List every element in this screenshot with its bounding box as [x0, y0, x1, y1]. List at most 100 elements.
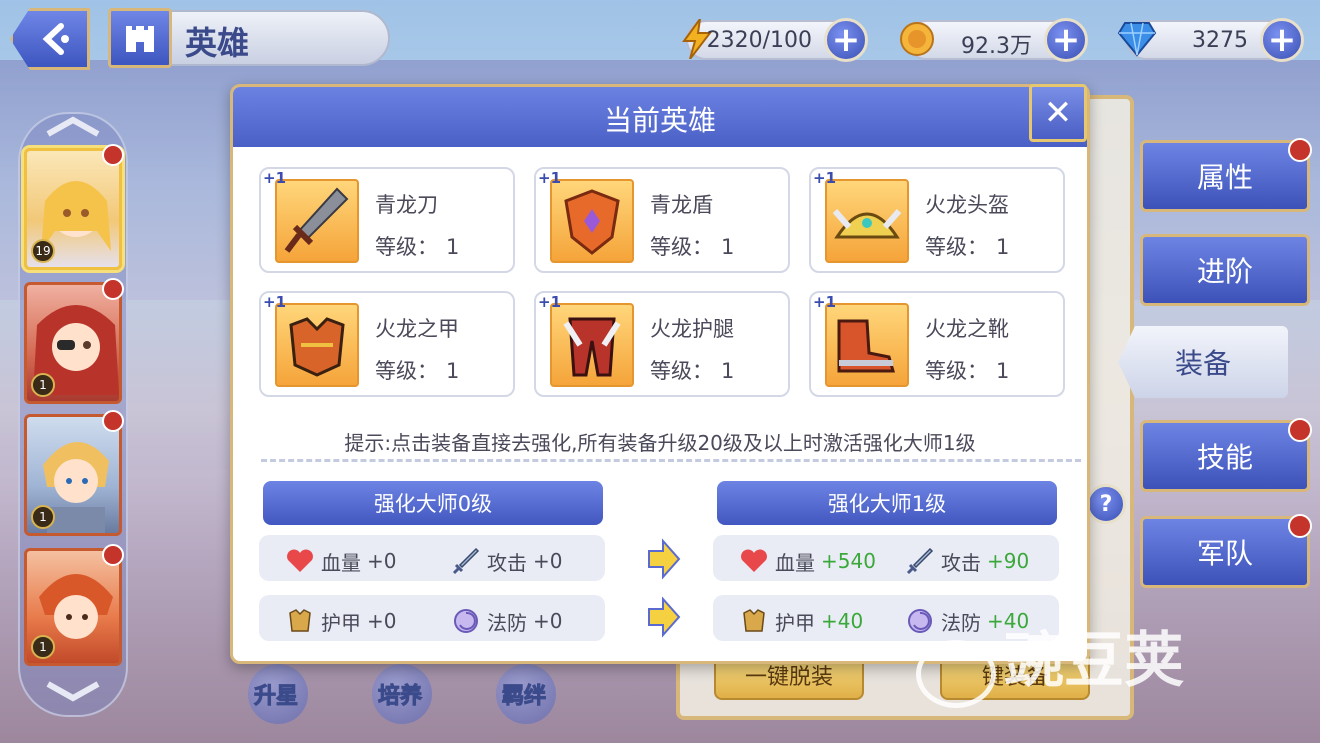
magic-swirl-icon — [451, 606, 481, 636]
notification-dot — [1288, 514, 1312, 538]
heart-icon — [739, 546, 769, 576]
back-arrow-icon — [42, 23, 69, 55]
stat-row: 血量 +540 攻击 +90 — [713, 535, 1059, 581]
watermark-text: 豌豆荚 — [1004, 626, 1184, 696]
energy-resource: 2320/100 + — [682, 18, 868, 62]
enhance-level: +1 — [263, 293, 287, 311]
notification-dot — [1288, 138, 1312, 162]
hero-level-badge: 1 — [31, 505, 55, 529]
hint-text: 提示:点击装备直接去强化,所有装备升级20级及以上时激活强化大师1级 — [344, 431, 976, 455]
stat-row: 护甲 +0 法防 +0 — [259, 595, 605, 641]
hp-stat: 血量 +0 — [285, 546, 396, 576]
equipment-level: 等级： 1 — [925, 235, 1010, 259]
equipment-name: 青龙盾 — [650, 193, 713, 217]
equipment-level: 等级： 1 — [650, 359, 735, 383]
energy-value: 2320/100 — [706, 28, 812, 53]
gem-icon — [1114, 16, 1160, 62]
notification-dot — [102, 410, 124, 432]
magic-resist-stat: 法防 +0 — [451, 606, 562, 636]
equipment-slot[interactable]: +1 火龙之甲 等级： 1 — [259, 291, 515, 397]
dialog-header: 当前英雄 — [233, 87, 1087, 147]
armor-icon — [285, 606, 315, 636]
notification-dot — [102, 278, 124, 300]
helmet-icon — [825, 179, 909, 263]
equipment-level: 等级： 1 — [375, 235, 460, 259]
tab-attributes[interactable]: 属性 — [1140, 140, 1310, 212]
hp-stat: 血量 +540 — [739, 546, 876, 576]
equipment-slot[interactable]: +1 火龙护腿 等级： 1 — [534, 291, 790, 397]
attack-stat: 攻击 +0 — [451, 546, 562, 576]
equipment-slot[interactable]: +1 火龙头盔 等级： 1 — [809, 167, 1065, 273]
hero-card[interactable]: 1 — [24, 414, 122, 536]
next-master-title: 强化大师1级 — [717, 481, 1057, 525]
gem-resource: 3275 + — [1117, 18, 1304, 62]
enhance-level: +1 — [263, 169, 287, 187]
castle-icon — [108, 8, 172, 68]
armor-icon — [739, 606, 769, 636]
sword-icon — [275, 179, 359, 263]
train-label: 培养 — [377, 684, 423, 710]
enhance-level: +1 — [538, 169, 562, 187]
notification-dot — [102, 544, 124, 566]
page-title: 英雄 — [185, 24, 250, 62]
add-gold-button[interactable]: + — [1044, 18, 1088, 62]
equipment-name: 火龙之靴 — [925, 317, 1009, 341]
equipment-name: 青龙刀 — [375, 193, 438, 217]
sword-icon — [905, 546, 935, 576]
tab-army[interactable]: 军队 — [1140, 516, 1310, 588]
arrow-right-icon — [648, 538, 681, 580]
enhance-level: +1 — [813, 169, 837, 187]
equipment-name: 火龙之甲 — [375, 317, 459, 341]
equipment-name: 火龙护腿 — [650, 317, 734, 341]
gold-value: 92.3万 — [961, 34, 1032, 59]
tab-advance[interactable]: 进阶 — [1140, 234, 1310, 306]
equipment-level: 等级： 1 — [925, 359, 1010, 383]
help-button[interactable]: ? — [1086, 484, 1126, 524]
hero-level-badge: 1 — [31, 635, 55, 659]
close-button[interactable]: ✕ — [1029, 84, 1087, 142]
notification-dot — [102, 144, 124, 166]
equipment-slot[interactable]: +1 火龙之靴 等级： 1 — [809, 291, 1065, 397]
bond-label: 羁绊 — [501, 684, 547, 710]
boots-icon — [825, 303, 909, 387]
add-gem-button[interactable]: + — [1260, 18, 1304, 62]
arrow-right-icon — [648, 596, 681, 638]
armor-stat: 护甲 +0 — [285, 606, 396, 636]
enhance-level: +1 — [813, 293, 837, 311]
gold-resource: 92.3万 + — [900, 18, 1088, 62]
stat-row: 血量 +0 攻击 +0 — [259, 535, 605, 581]
armor-stat: 护甲 +40 — [739, 606, 863, 636]
sword-icon — [451, 546, 481, 576]
star-up-label: 升星 — [253, 684, 299, 710]
attack-stat: 攻击 +90 — [905, 546, 1029, 576]
watermark-logo — [916, 640, 996, 708]
hero-card[interactable]: 1 — [24, 282, 122, 404]
back-button[interactable] — [10, 8, 90, 70]
equipment-level: 等级： 1 — [375, 359, 460, 383]
dialog-title: 当前英雄 — [603, 104, 716, 137]
equipment-slot[interactable]: +1 青龙盾 等级： 1 — [534, 167, 790, 273]
equipment-name: 火龙头盔 — [925, 193, 1009, 217]
hero-card[interactable]: 1 — [24, 548, 122, 666]
scroll-up-icon[interactable] — [40, 116, 106, 138]
divider — [261, 459, 1081, 462]
magic-swirl-icon — [905, 606, 935, 636]
hero-level-badge: 19 — [31, 239, 55, 263]
add-energy-button[interactable]: + — [824, 18, 868, 62]
current-master-title: 强化大师0级 — [263, 481, 603, 525]
gem-value: 3275 — [1192, 28, 1248, 53]
shield-icon — [550, 179, 634, 263]
equipment-slot[interactable]: +1 青龙刀 等级： 1 — [259, 167, 515, 273]
scroll-down-icon[interactable] — [40, 680, 106, 702]
coin-icon — [894, 16, 940, 62]
leggings-icon — [550, 303, 634, 387]
enhance-level: +1 — [538, 293, 562, 311]
hero-card[interactable]: 19 — [24, 148, 122, 270]
heart-icon — [285, 546, 315, 576]
current-hero-dialog: 当前英雄 +1 青龙刀 等级： 1 +1 青龙盾 等级： 1 +1 火龙头盔 等级：… — [230, 84, 1090, 664]
equipment-level: 等级： 1 — [650, 235, 735, 259]
tab-skills[interactable]: 技能 — [1140, 420, 1310, 492]
armor-icon — [275, 303, 359, 387]
hero-level-badge: 1 — [31, 373, 55, 397]
tab-equipment[interactable]: 装备 — [1118, 326, 1288, 398]
